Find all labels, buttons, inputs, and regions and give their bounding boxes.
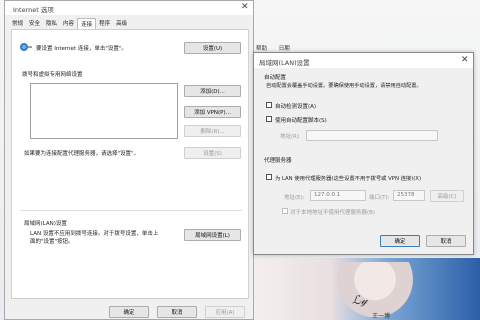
auto-detect-label: 自动检测设置(A) <box>275 104 317 110</box>
internet-options-titlebar: Internet 选项 ✕ <box>5 1 253 15</box>
signature-subtext: 王一博 <box>372 313 391 320</box>
bypass-local-checkbox[interactable] <box>282 208 288 214</box>
signature-mark: ℒ𝓎 <box>352 293 368 307</box>
internet-options-title: Internet 选项 <box>13 6 54 14</box>
proxy-section-label: 代理服务器 <box>264 158 292 164</box>
proxy-address-label: 地址(E): <box>284 195 305 201</box>
use-proxy-checkbox[interactable] <box>266 174 272 180</box>
vpn-section-label: 拨号和虚拟专用网络设置 <box>22 72 83 78</box>
lan-settings-button[interactable]: 局域网设置(L) <box>184 229 241 241</box>
tab-privacy[interactable]: 隐私 <box>43 18 60 29</box>
tab-advanced[interactable]: 高级 <box>113 18 130 29</box>
close-icon[interactable]: ✕ <box>241 2 249 12</box>
setup-button[interactable]: 设置(U) <box>184 42 241 54</box>
setup-description: 要设置 Internet 连接，单击"设置"。 <box>36 46 127 52</box>
auto-config-description: 自动配置会覆盖手动设置。要确保使用手动设置，请禁用自动配置。 <box>266 83 422 89</box>
script-address-field[interactable] <box>306 130 438 141</box>
apply-button[interactable]: 应用(A) <box>205 306 245 318</box>
close-icon[interactable]: ✕ <box>461 55 469 65</box>
lan-settings-dialog: 局域网(LAN)设置 ✕ 自动配置 自动配置会覆盖手动设置。要确保使用手动设置，… <box>253 52 474 255</box>
lan-description-line1: LAN 设置不应用到拨号连接。对于拨号设置，单击上 <box>30 231 159 237</box>
tab-content[interactable]: 内容 <box>60 18 77 29</box>
auto-detect-checkbox[interactable] <box>266 102 272 108</box>
lan-settings-titlebar: 局域网(LAN)设置 ✕ <box>254 53 473 68</box>
lan-section-label: 局域网(LAN)设置 <box>24 221 67 227</box>
port-field[interactable]: 25378 <box>393 190 425 201</box>
internet-options-dialog: Internet 选项 ✕ 常规 安全 隐私 内容 连接 程序 高级 要设置 I… <box>4 0 254 320</box>
tab-strip: 常规 安全 隐私 内容 连接 程序 高级 <box>9 18 130 29</box>
lan-description-line2: 面的"设置"按钮。 <box>30 239 74 245</box>
use-script-checkbox[interactable] <box>266 116 272 122</box>
use-script-label: 使用自动配置脚本(S) <box>275 118 327 124</box>
tab-connections[interactable]: 连接 <box>77 18 97 29</box>
remove-button[interactable]: 删除(R)... <box>184 125 241 137</box>
tab-programs[interactable]: 程序 <box>96 18 113 29</box>
settings-button[interactable]: 设置(S) <box>184 147 241 159</box>
globe-icon <box>20 43 32 51</box>
proxy-address-field[interactable]: 127.0.0.1 <box>310 190 366 201</box>
use-proxy-label: 为 LAN 使用代理服务器(这些设置不用于拨号或 VPN 连接)(X) <box>275 176 422 182</box>
address-label: 地址(R) <box>280 134 300 140</box>
tab-security[interactable]: 安全 <box>26 18 43 29</box>
add-vpn-button[interactable]: 添加 VPN(P)... <box>184 106 241 118</box>
advanced-button[interactable]: 高级(C) <box>430 190 464 202</box>
cancel-button[interactable]: 取消 <box>426 235 466 247</box>
bypass-local-label: 对于本地地址不使用代理服务器(B) <box>290 210 376 216</box>
divider <box>20 210 242 211</box>
lan-settings-title: 局域网(LAN)设置 <box>259 59 310 67</box>
ok-button[interactable]: 确定 <box>109 306 149 318</box>
background-window-tabs: 帮助 日期 <box>256 44 290 52</box>
ok-button[interactable]: 确定 <box>380 235 420 247</box>
connections-panel: 要设置 Internet 连接，单击"设置"。 设置(U) 拨号和虚拟专用网络设… <box>11 29 249 299</box>
auto-config-label: 自动配置 <box>264 75 287 81</box>
connections-list[interactable] <box>30 83 178 139</box>
port-label: 端口(T): <box>369 195 390 201</box>
add-button[interactable]: 添加(D)... <box>184 85 241 97</box>
proxy-description: 如果要为连接配置代理服务器，请选择"设置"。 <box>24 151 140 157</box>
cancel-button[interactable]: 取消 <box>157 306 197 318</box>
tab-general[interactable]: 常规 <box>9 18 26 29</box>
